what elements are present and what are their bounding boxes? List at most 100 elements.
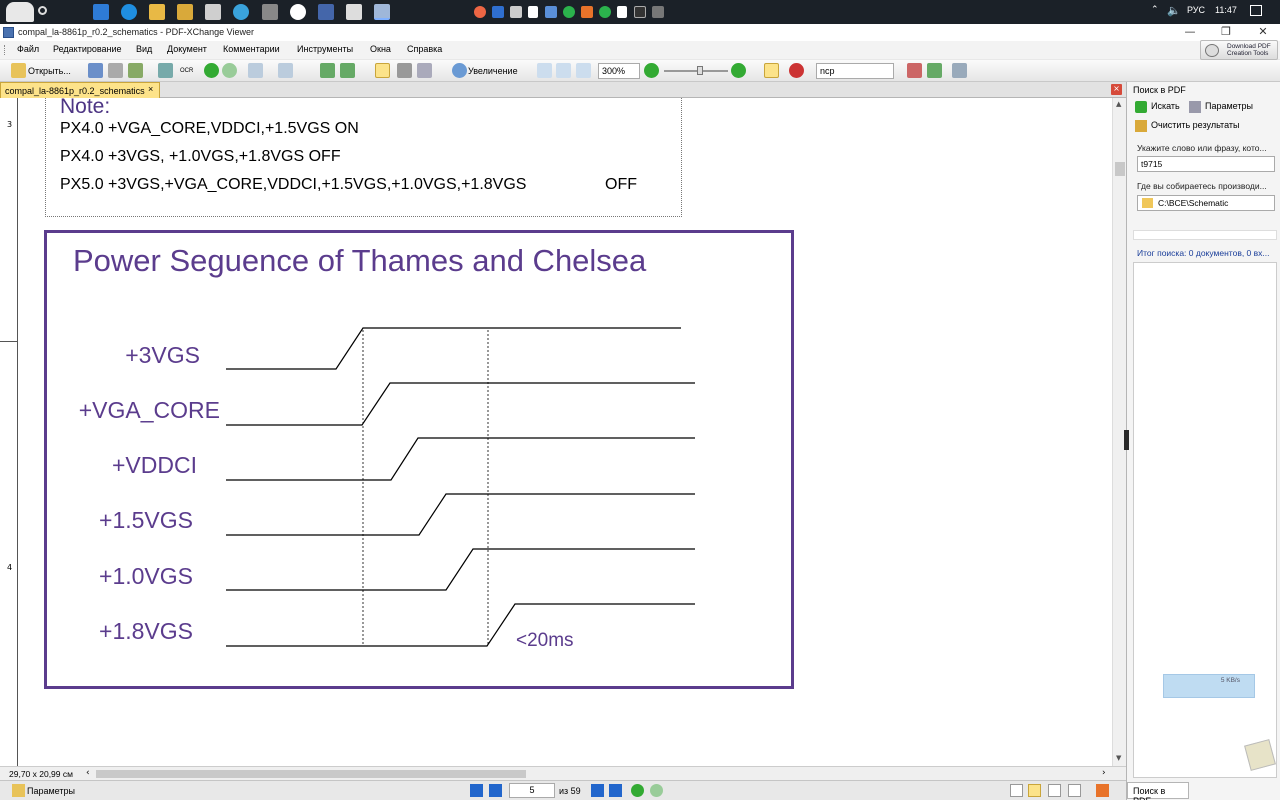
menu-edit[interactable]: Редактирование [53, 44, 122, 54]
open-folder-icon[interactable] [11, 63, 26, 78]
select-text-icon[interactable] [417, 63, 432, 78]
scroll-down-icon[interactable]: ▼ [1116, 754, 1121, 762]
clock[interactable]: 11:47 [1215, 5, 1237, 15]
last-page-icon[interactable] [609, 784, 622, 797]
first-page-icon[interactable] [470, 784, 483, 797]
ocr-icon[interactable] [158, 63, 173, 78]
volume-icon[interactable]: 🔈 [1167, 4, 1181, 17]
find-options-icon[interactable] [907, 63, 922, 78]
app-icon[interactable] [318, 4, 334, 20]
clear-results-button[interactable]: Очистить результаты [1151, 120, 1239, 130]
menu-tools[interactable]: Инструменты [297, 44, 353, 54]
options-button[interactable]: Параметры [1205, 101, 1253, 111]
rotate-icon[interactable] [320, 63, 335, 78]
settings-icon[interactable] [12, 784, 25, 797]
actual-size-icon[interactable] [576, 63, 591, 78]
zoom-level-field[interactable]: 300% [598, 63, 640, 79]
zoom-in-icon[interactable] [731, 63, 746, 78]
highlight-icon[interactable] [764, 63, 779, 78]
fit-width-icon[interactable] [556, 63, 571, 78]
forward-icon[interactable] [650, 784, 663, 797]
open-button-label[interactable]: Открыть... [28, 66, 71, 76]
tray-pb-icon[interactable] [634, 6, 646, 18]
undo-icon[interactable] [248, 63, 263, 78]
zoom-slider-thumb-icon[interactable] [697, 66, 703, 75]
tray-chevron-icon[interactable]: ⌃ [1151, 5, 1159, 15]
pdf-viewer-taskbar-icon[interactable] [374, 4, 390, 20]
zoom-icon[interactable] [452, 63, 467, 78]
menu-view[interactable]: Вид [136, 44, 152, 54]
location-field[interactable]: C:\BCE\Schematic [1137, 195, 1275, 211]
continuous-facing-icon[interactable] [1068, 784, 1081, 797]
search-button[interactable]: Искать [1151, 101, 1180, 111]
menu-file[interactable]: Файл [17, 44, 39, 54]
results-list[interactable] [1133, 262, 1277, 778]
tray-doc-icon[interactable] [528, 6, 538, 18]
scroll-left-icon[interactable]: ‹ [86, 768, 90, 778]
options-icon[interactable] [1189, 101, 1201, 113]
panel-tab-search[interactable]: Поиск в PDF [1127, 782, 1189, 800]
scroll-up-icon[interactable]: ▲ [1116, 100, 1121, 108]
document-view[interactable]: 3 4 Note: PX4.0 +VGA_CORE,VDDCI,+1.5VGS … [0, 98, 1112, 766]
edge-icon[interactable] [121, 4, 137, 20]
tray-network-icon[interactable] [652, 6, 664, 18]
facing-page-icon[interactable] [1048, 784, 1061, 797]
tool-options-icon[interactable] [1096, 784, 1109, 797]
fit-page-icon[interactable] [537, 63, 552, 78]
menu-windows[interactable]: Окна [370, 44, 391, 54]
explorer-icon[interactable] [149, 4, 165, 20]
start-avatar-icon[interactable] [6, 2, 34, 22]
forward-icon[interactable] [222, 63, 237, 78]
page-number-field[interactable]: 5 [509, 783, 555, 798]
panel-splitter[interactable] [1124, 430, 1129, 450]
close-document-icon[interactable]: × [1111, 84, 1122, 95]
tray-fox-icon[interactable] [581, 6, 593, 18]
tray-file-icon[interactable] [617, 6, 627, 18]
save-icon[interactable] [88, 63, 103, 78]
back-icon[interactable] [204, 63, 219, 78]
yandex-tray-icon[interactable] [474, 6, 486, 18]
search-go-icon[interactable] [1135, 101, 1147, 113]
folder-icon[interactable] [177, 4, 193, 20]
rotate2-icon[interactable] [340, 63, 355, 78]
horizontal-scroll-thumb[interactable] [96, 770, 526, 778]
menu-help[interactable]: Справка [407, 44, 442, 54]
redo-icon[interactable] [278, 63, 293, 78]
settings-label[interactable]: Параметры [27, 786, 75, 796]
store-icon[interactable] [205, 4, 221, 20]
scan-icon[interactable] [128, 63, 143, 78]
hand-icon[interactable] [375, 63, 390, 78]
telegram-icon[interactable] [233, 4, 249, 20]
tray-check2-icon[interactable] [599, 6, 611, 18]
find-field[interactable]: ncp [816, 63, 894, 79]
query-field[interactable]: t9715 [1137, 156, 1275, 172]
mail-icon[interactable] [346, 4, 362, 20]
scroll-right-icon[interactable]: › [1102, 768, 1106, 778]
menu-document[interactable]: Документ [167, 44, 207, 54]
next-page-icon[interactable] [591, 784, 604, 797]
search-icon[interactable] [38, 6, 47, 15]
close-tab-icon[interactable]: × [148, 84, 153, 94]
taskbar-app-icon[interactable] [93, 4, 109, 20]
tab-document[interactable]: compal_la-8861p_r0.2_schematics × [0, 82, 160, 98]
find-next-icon[interactable] [927, 63, 942, 78]
yandex-icon[interactable] [290, 4, 306, 20]
continuous-page-icon[interactable] [1028, 784, 1041, 797]
zoom-out-icon[interactable] [644, 63, 659, 78]
scroll-thumb[interactable] [1115, 162, 1125, 176]
zoom-slider[interactable] [664, 70, 728, 72]
back-icon[interactable] [631, 784, 644, 797]
shield-tray-icon[interactable] [492, 6, 504, 18]
single-page-icon[interactable] [1010, 784, 1023, 797]
print-icon[interactable] [108, 63, 123, 78]
notification-icon[interactable] [1250, 5, 1262, 16]
snapshot-icon[interactable] [397, 63, 412, 78]
close-window-button[interactable]: ✕ [1240, 24, 1280, 41]
zoom-label[interactable]: Увеличение [468, 66, 518, 76]
tray-check-icon[interactable] [563, 6, 575, 18]
customize-icon[interactable] [952, 63, 967, 78]
find-icon[interactable] [789, 63, 804, 78]
language-indicator[interactable]: РУС [1187, 5, 1205, 15]
menu-comments[interactable]: Комментарии [223, 44, 280, 54]
tray-tool-icon[interactable] [510, 6, 522, 18]
